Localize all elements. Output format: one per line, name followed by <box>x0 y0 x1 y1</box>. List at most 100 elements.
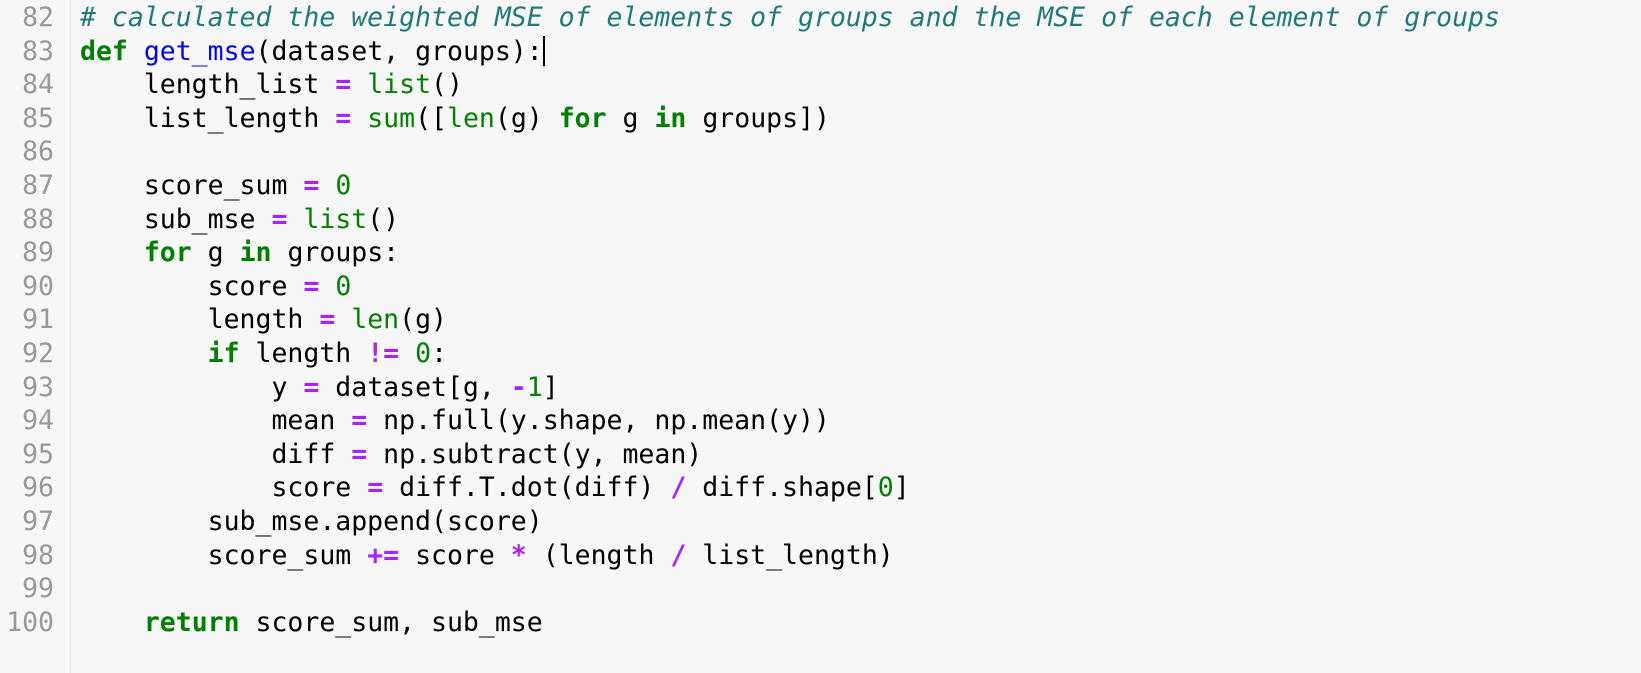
code-line[interactable]: 96 score = diff.T.dot(diff) / diff.shape… <box>0 470 1641 505</box>
code-token-text: sub_mse <box>80 203 272 235</box>
code-token-num: 1 <box>526 371 543 403</box>
code-token-text: ] <box>893 472 910 504</box>
code-line[interactable]: 98 score_sum += score * (length / list_l… <box>0 538 1641 573</box>
line-number: 91 <box>22 304 54 336</box>
code-text[interactable]: score = 0 <box>80 269 352 304</box>
code-token-op: / <box>670 472 687 504</box>
code-token-num: 0 <box>335 170 352 201</box>
code-token-def: get_mse <box>143 35 256 67</box>
code-text[interactable]: sub_mse.append(score) <box>80 504 543 539</box>
code-token-text: groups]) <box>686 102 830 134</box>
code-line[interactable]: 91 length = len(g) <box>0 302 1641 337</box>
code-text[interactable]: diff = np.subtract(y, mean) <box>80 437 702 472</box>
code-token-text: (g) <box>399 304 448 336</box>
code-line[interactable]: 89 for g in groups: <box>0 235 1641 270</box>
line-number: 100 <box>6 606 54 638</box>
code-text[interactable]: length_list = list() <box>80 67 463 102</box>
code-token-text: length <box>239 338 368 369</box>
code-line[interactable]: 99 <box>0 571 1641 606</box>
code-line[interactable]: 86 <box>0 134 1641 169</box>
line-number: 97 <box>22 506 54 537</box>
code-text[interactable]: score_sum = 0 <box>80 168 351 203</box>
code-text[interactable]: score = diff.T.dot(diff) / diff.shape[0] <box>80 470 910 505</box>
code-line[interactable]: 84 length_list = list() <box>0 67 1641 102</box>
code-token-kw: for <box>558 102 607 134</box>
code-text[interactable]: list_length = sum([len(g) for g in group… <box>80 101 830 136</box>
code-line[interactable]: 95 diff = np.subtract(y, mean) <box>0 437 1641 472</box>
line-number: 86 <box>22 136 54 168</box>
code-token-text: diff <box>80 438 352 470</box>
code-text[interactable]: mean = np.full(y.shape, np.mean(y)) <box>80 403 829 438</box>
code-token-text: length_list <box>80 69 336 101</box>
code-line[interactable]: 83 def get_mse(dataset, groups): <box>0 34 1641 69</box>
code-line[interactable]: 82 # calculated the weighted MSE of eleme… <box>0 0 1641 35</box>
line-number: 95 <box>22 438 54 470</box>
code-token-text: score <box>80 270 304 302</box>
code-line[interactable]: 88 sub_mse = list() <box>0 202 1641 237</box>
code-token-text: diff.shape[ <box>686 472 878 504</box>
code-editor[interactable]: 82 # calculated the weighted MSE of eleme… <box>0 0 1641 673</box>
code-token-text: g <box>191 237 240 269</box>
code-token-text: list_length) <box>686 539 894 571</box>
code-text[interactable]: # calculated the weighted MSE of element… <box>80 0 1500 35</box>
code-token-kw: in <box>654 102 687 134</box>
code-token-op: * <box>510 539 527 571</box>
line-number: 90 <box>22 270 54 302</box>
text-cursor <box>542 35 545 66</box>
code-text[interactable]: def get_mse(dataset, groups): <box>80 34 545 69</box>
code-token-text: (g) <box>494 102 559 134</box>
code-token-text: score_sum <box>80 170 304 201</box>
code-text[interactable]: y = dataset[g, -1] <box>80 370 559 405</box>
line-number: 88 <box>22 203 54 235</box>
code-token-kw: for <box>143 237 192 269</box>
code-line[interactable]: 90 score = 0 <box>0 269 1641 304</box>
code-token-op: = <box>335 69 352 101</box>
code-token-text: score_sum <box>80 539 368 571</box>
code-text[interactable]: sub_mse = list() <box>80 202 399 237</box>
code-token-num: 0 <box>335 270 352 302</box>
line-number: 89 <box>22 237 54 269</box>
code-token-kw: if <box>207 338 240 369</box>
code-token-text: score_sum, sub_mse <box>239 606 543 638</box>
code-line[interactable]: 92 if length != 0: <box>0 336 1641 371</box>
code-token-text: : <box>431 338 448 369</box>
code-token-text: (dataset, groups): <box>255 35 543 67</box>
code-token-text: mean <box>80 405 352 437</box>
code-line[interactable]: 97 sub_mse.append(score) <box>0 504 1641 539</box>
code-line[interactable]: 85 list_length = sum([len(g) for g in gr… <box>0 101 1641 136</box>
code-token-op: = <box>271 203 288 235</box>
code-token-text: length <box>80 304 320 336</box>
line-number: 98 <box>22 539 54 571</box>
line-number: 93 <box>22 371 54 403</box>
code-text[interactable]: for g in groups: <box>80 235 399 270</box>
code-token-text: g <box>606 102 655 134</box>
code-text[interactable]: if length != 0: <box>80 336 447 371</box>
line-number: 83 <box>22 35 54 67</box>
code-token-text: ] <box>542 371 559 403</box>
code-line[interactable]: 94 mean = np.full(y.shape, np.mean(y)) <box>0 403 1641 438</box>
code-token-text: sub_mse.append(score) <box>80 506 543 537</box>
code-text[interactable]: score_sum += score * (length / list_leng… <box>80 538 894 573</box>
code-text[interactable]: return score_sum, sub_mse <box>80 605 543 640</box>
code-token-text: score <box>80 472 368 504</box>
code-line[interactable]: 87 score_sum = 0 <box>0 168 1641 203</box>
line-number: 82 <box>22 2 54 33</box>
code-token-text: y <box>80 371 304 403</box>
code-text[interactable]: length = len(g) <box>80 302 447 337</box>
code-line[interactable]: 93 y = dataset[g, -1] <box>0 370 1641 405</box>
code-token-num: 0 <box>877 472 894 504</box>
code-token-text: (length <box>526 539 671 571</box>
code-token-text: () <box>431 69 463 101</box>
code-token-text: ([ <box>415 102 448 134</box>
code-token-text: np.subtract(y, mean) <box>367 438 703 470</box>
code-token-kw: return <box>143 606 240 638</box>
code-line[interactable]: 100 return score_sum, sub_mse <box>0 605 1641 640</box>
